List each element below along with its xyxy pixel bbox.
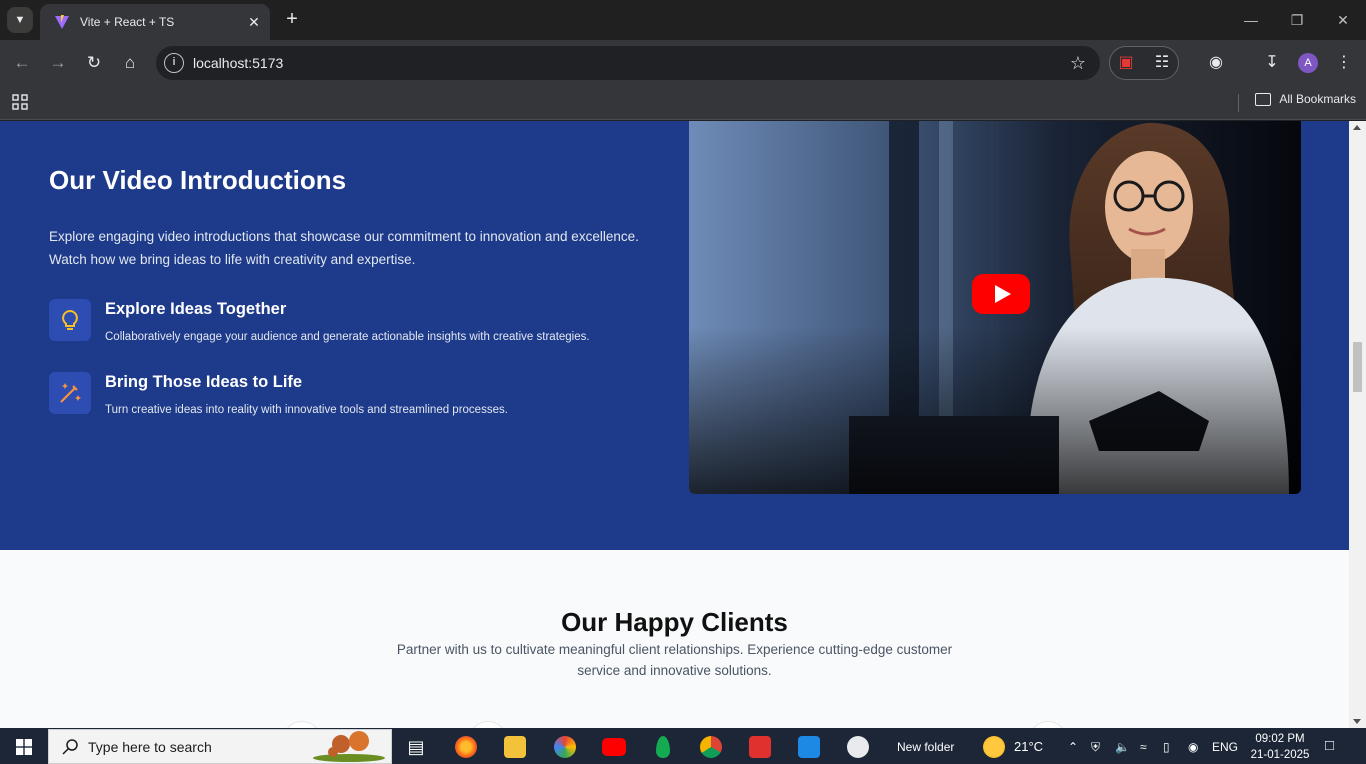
apps-grid-icon[interactable]: [12, 94, 28, 110]
forward-icon[interactable]: →: [46, 51, 70, 75]
tab-title: Vite + React + TS: [80, 15, 175, 29]
scroll-thumb[interactable]: [1353, 342, 1362, 392]
taskbar-search[interactable]: Type here to search: [48, 729, 392, 764]
feature-explore-ideas: Explore Ideas Together Collaboratively e…: [49, 299, 590, 343]
scroll-down-icon[interactable]: [1353, 719, 1361, 724]
feature-title: Explore Ideas Together: [105, 300, 287, 318]
clock-time: 09:02 PM: [1255, 733, 1305, 745]
vscode-icon[interactable]: [798, 736, 820, 758]
tray-chevron-icon[interactable]: ⌃: [1068, 740, 1078, 754]
tab-search-button[interactable]: ▼: [7, 7, 33, 33]
all-bookmarks-label: All Bookmarks: [1279, 92, 1356, 106]
feature-text: Collaboratively engage your audience and…: [105, 331, 590, 343]
video-player[interactable]: [689, 121, 1301, 494]
extension-red-icon[interactable]: ▣: [1114, 51, 1138, 75]
section-title: Our Video Introductions: [49, 165, 347, 195]
window-close-icon[interactable]: ✕: [1331, 8, 1355, 32]
defender-shield-icon[interactable]: ⛨: [1091, 740, 1100, 755]
file-explorer-icon[interactable]: [504, 736, 526, 758]
feature-bring-ideas: Bring Those Ideas to Life Turn creative …: [49, 372, 508, 416]
photos-icon[interactable]: [554, 736, 576, 758]
page-scrollbar[interactable]: [1349, 121, 1366, 728]
tab-close-icon[interactable]: ✕: [242, 14, 266, 31]
site-info-icon[interactable]: i: [164, 53, 184, 73]
page-viewport: Our Video Introductions Explore engaging…: [0, 121, 1349, 728]
extensions-puzzle-icon[interactable]: ☷: [1150, 51, 1174, 75]
bookmark-separator: [1238, 94, 1239, 112]
back-icon[interactable]: ←: [10, 51, 34, 75]
client-avatar: [282, 721, 322, 728]
battery-icon[interactable]: ▯: [1163, 740, 1170, 754]
youtube-icon[interactable]: [602, 738, 626, 756]
menu-kebab-icon[interactable]: ⋮: [1332, 51, 1356, 75]
windows-start-icon[interactable]: [16, 739, 32, 755]
lens-icon[interactable]: ◉: [1204, 51, 1228, 75]
clock-date: 21-01-2025: [1250, 749, 1310, 761]
mongodb-icon[interactable]: [656, 736, 670, 758]
clients-subtitle: Partner with us to cultivate meaningful …: [396, 642, 953, 678]
clients-title: Our Happy Clients: [561, 607, 788, 637]
url-text[interactable]: localhost:5173: [193, 55, 1070, 71]
section-description: Explore engaging video introductions tha…: [49, 229, 639, 267]
chrome-icon[interactable]: [700, 736, 722, 758]
minimize-icon[interactable]: —: [1239, 8, 1263, 32]
video-intro-section: Our Video Introductions Explore engaging…: [0, 121, 1349, 550]
new-folder-label[interactable]: New folder: [897, 740, 954, 754]
feature-title: Bring Those Ideas to Life: [105, 373, 303, 391]
wps-office-icon[interactable]: [749, 736, 771, 758]
youtube-play-icon[interactable]: [972, 274, 1030, 314]
address-bar[interactable]: i localhost:5173 ☆: [156, 46, 1100, 80]
tab-strip: ▼ Vite + React + TS ✕ + — ❐ ✕: [0, 0, 1366, 40]
language-indicator[interactable]: ENG: [1212, 740, 1238, 754]
reload-icon[interactable]: ↻: [82, 51, 106, 75]
feature-text: Turn creative ideas into reality with in…: [105, 404, 508, 416]
client-avatar: [468, 721, 508, 728]
vite-logo-icon: [55, 15, 69, 29]
folder-icon: [1255, 92, 1272, 106]
meet-now-icon[interactable]: ◉: [1188, 740, 1198, 754]
temperature[interactable]: 21°C: [1014, 739, 1043, 754]
scroll-up-icon[interactable]: [1353, 125, 1361, 130]
new-tab-button[interactable]: +: [280, 8, 304, 32]
volume-icon[interactable]: 🔈: [1115, 740, 1130, 754]
wifi-icon[interactable]: ≈: [1140, 740, 1147, 754]
active-tab[interactable]: Vite + React + TS ✕: [40, 4, 270, 40]
windows-taskbar: Type here to search ▤ New folder 21°C ⌃ …: [0, 728, 1366, 764]
magic-wand-icon: [49, 372, 91, 414]
search-icon: [62, 738, 78, 755]
bookmark-star-icon[interactable]: ☆: [1070, 53, 1086, 74]
system-clock[interactable]: 09:02 PM 21-01-2025: [1244, 731, 1316, 763]
download-icon[interactable]: ↧: [1260, 51, 1284, 75]
snipping-tool-icon[interactable]: [847, 736, 869, 758]
browser-toolbar: ← → ↻ ⌂ i localhost:5173 ☆ ▣ ☷ ◉ ↧ ⋮: [0, 40, 1366, 86]
home-icon[interactable]: ⌂: [118, 51, 142, 75]
all-bookmarks-button[interactable]: All Bookmarks: [1255, 92, 1356, 106]
extensions-group: ▣ ☷: [1109, 46, 1179, 80]
squirrel-icon: [313, 731, 385, 762]
bookmarks-bar: All Bookmarks: [0, 86, 1366, 120]
search-placeholder: Type here to search: [88, 738, 212, 755]
firefox-icon[interactable]: [455, 736, 477, 758]
task-view-icon[interactable]: ▤: [405, 736, 427, 758]
weather-sun-icon[interactable]: [983, 736, 1005, 758]
notifications-icon[interactable]: □: [1325, 737, 1334, 754]
restore-icon[interactable]: ❐: [1285, 8, 1309, 32]
client-avatar: [1028, 721, 1068, 728]
profile-avatar[interactable]: A: [1298, 53, 1318, 73]
lightbulb-icon: [49, 299, 91, 341]
